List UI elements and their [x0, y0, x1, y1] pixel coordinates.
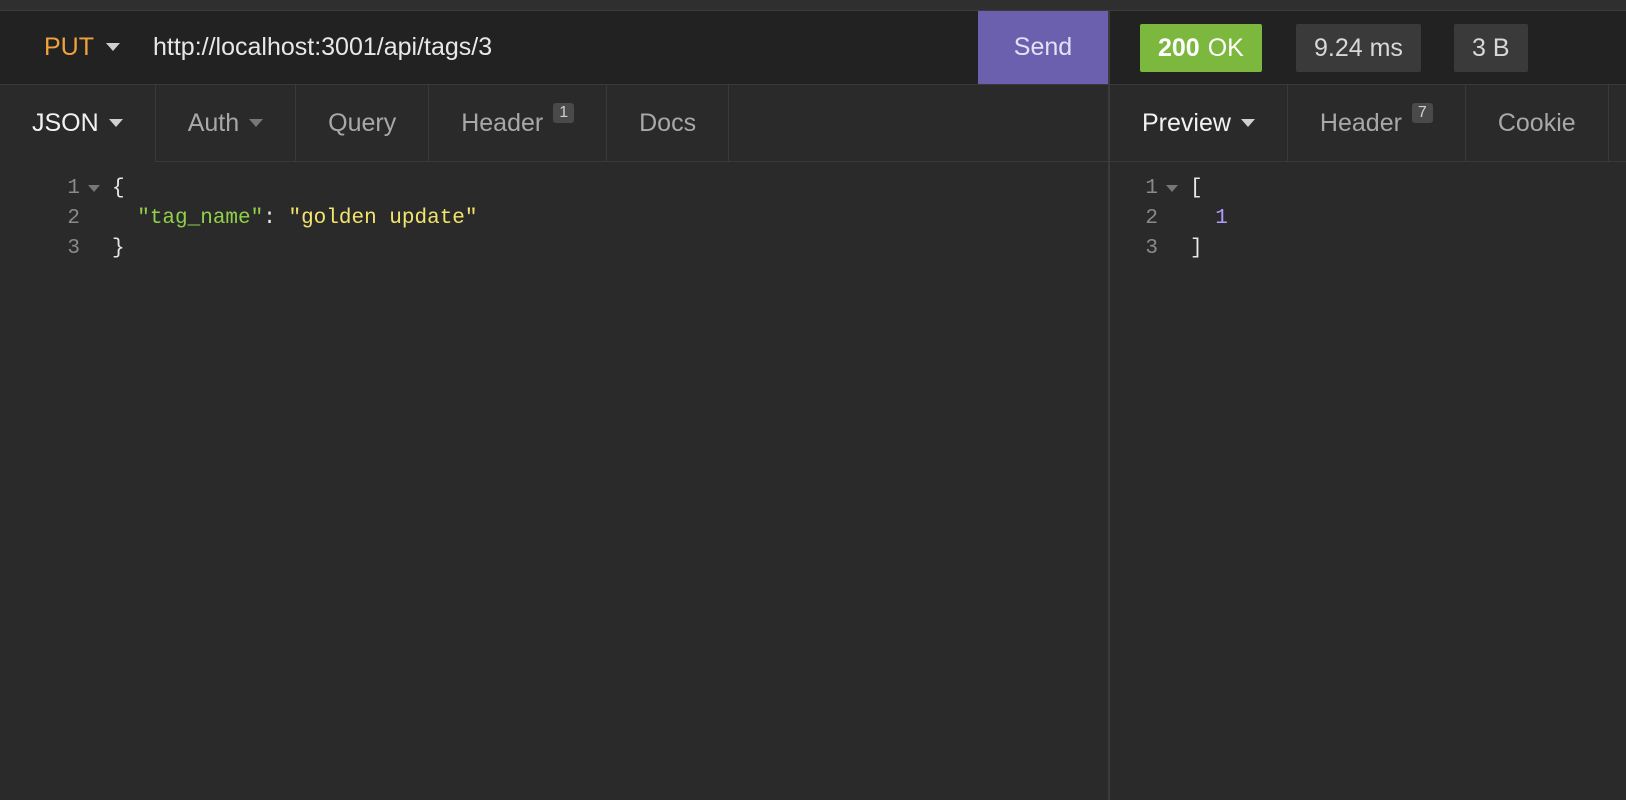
tab-docs[interactable]: Docs: [607, 85, 730, 161]
response-tabs: Preview Header 7 Cookie: [1110, 85, 1626, 162]
response-status-bar: 200 OK 9.24 ms 3 B: [1110, 11, 1626, 85]
response-size: 3 B: [1454, 24, 1528, 72]
code-line: 3 }: [0, 233, 1108, 263]
tab-auth[interactable]: Auth: [156, 85, 297, 161]
tab-label: Auth: [187, 108, 240, 137]
tab-cookie[interactable]: Cookie: [1466, 85, 1609, 161]
tab-response-header[interactable]: Header 7: [1288, 85, 1466, 161]
tab-query[interactable]: Query: [296, 85, 430, 161]
header-count-badge: 7: [1411, 103, 1433, 123]
tab-label: JSON: [32, 108, 99, 137]
tab-label: Docs: [639, 108, 697, 137]
code-text: [: [1190, 176, 1203, 200]
json-string-value: "golden update": [288, 206, 478, 230]
code-line: 2 1: [1110, 203, 1626, 233]
request-pane: PUT http://localhost:3001/api/tags/3 Sen…: [0, 11, 1108, 800]
tab-header[interactable]: Header 1: [429, 85, 608, 161]
method-dropdown[interactable]: PUT: [44, 31, 120, 63]
request-body-editor[interactable]: 1 { 2 "tag_name": "golden update" 3 }: [0, 173, 1108, 263]
code-text: "tag_name": "golden update": [112, 206, 478, 230]
tab-preview[interactable]: Preview: [1110, 85, 1288, 161]
status-badge: 200 OK: [1140, 24, 1262, 72]
chevron-down-icon: [108, 119, 123, 127]
chevron-down-icon: [106, 43, 120, 51]
code-line: 2 "tag_name": "golden update": [0, 203, 1108, 233]
code-text: ]: [1190, 236, 1203, 260]
code-line: 1 [: [1110, 173, 1626, 203]
line-number: 1: [1145, 176, 1158, 200]
line-number: 1: [67, 176, 80, 200]
json-key: "tag_name": [137, 206, 264, 230]
header-count-badge: 1: [553, 103, 575, 123]
code-text: {: [112, 176, 125, 200]
json-number-value: 1: [1215, 206, 1228, 230]
chevron-down-icon: [1240, 119, 1255, 127]
status-text: OK: [1207, 33, 1244, 62]
code-text: }: [112, 236, 125, 260]
line-number: 3: [67, 236, 80, 260]
tab-label: Header: [461, 108, 544, 137]
line-number: 2: [67, 206, 80, 230]
tab-json[interactable]: JSON: [0, 85, 156, 162]
code-text: 1: [1190, 207, 1228, 230]
request-tabs: JSON Auth Query Header 1 Docs: [0, 85, 1108, 162]
chevron-down-icon: [249, 119, 264, 127]
response-body-viewer[interactable]: 1 [ 2 1 3 ]: [1110, 173, 1626, 263]
code-line: 1 {: [0, 173, 1108, 203]
method-label: PUT: [44, 32, 94, 61]
code-line: 3 ]: [1110, 233, 1626, 263]
response-pane: 200 OK 9.24 ms 3 B Preview Header 7 Cook…: [1110, 11, 1626, 800]
url-input[interactable]: http://localhost:3001/api/tags/3: [153, 33, 492, 62]
tab-label: Cookie: [1497, 108, 1576, 137]
fold-arrow-icon[interactable]: [84, 184, 112, 192]
url-bar: PUT http://localhost:3001/api/tags/3 Sen…: [0, 11, 1108, 85]
send-button[interactable]: Send: [978, 11, 1108, 84]
tab-label: Preview: [1142, 108, 1231, 137]
status-code: 200: [1158, 33, 1200, 62]
json-separator: :: [263, 206, 289, 230]
line-number: 3: [1145, 236, 1158, 260]
tab-label: Header: [1319, 108, 1402, 137]
fold-arrow-icon[interactable]: [1162, 184, 1190, 192]
line-number: 2: [1145, 206, 1158, 230]
tab-label: Query: [328, 108, 397, 137]
window-top-strip: [0, 0, 1626, 11]
response-time: 9.24 ms: [1296, 24, 1421, 72]
